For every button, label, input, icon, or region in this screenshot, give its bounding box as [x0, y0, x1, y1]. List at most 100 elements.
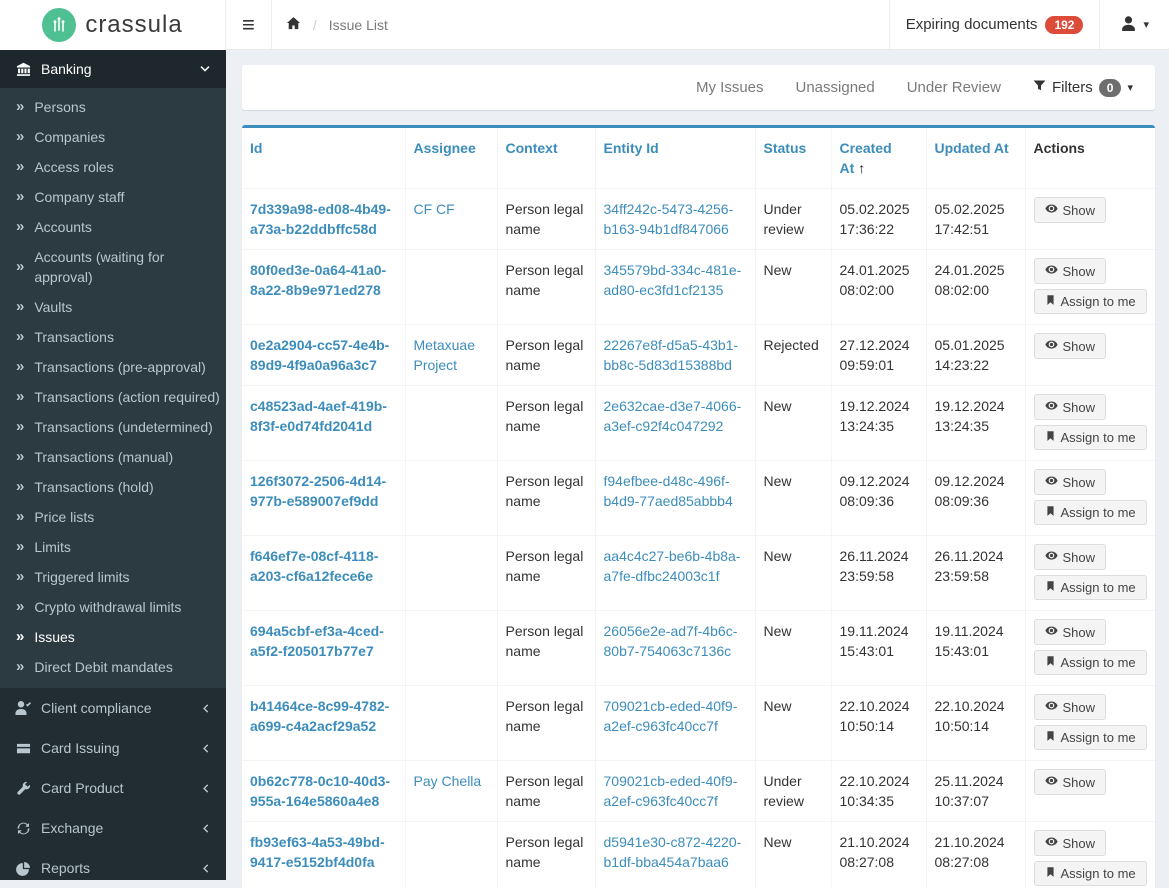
- issue-id-link[interactable]: f646ef7e-08cf-4118-a203-cf6a12fece6e: [250, 548, 378, 584]
- assign-to-me-button[interactable]: Assign to me: [1034, 650, 1147, 675]
- assignee-link[interactable]: Pay Chella: [414, 773, 482, 789]
- sidebar-section-client-compliance: Client compliance: [0, 688, 226, 728]
- cell-created-at: 21.10.2024 08:27:08: [831, 822, 926, 888]
- assignee-link[interactable]: CF CF: [414, 201, 455, 217]
- cell-status: Under review: [755, 189, 831, 250]
- breadcrumb-page: Issue List: [329, 17, 388, 33]
- cell-context: Person legal name: [497, 250, 595, 325]
- angle-double-right-icon: »: [16, 478, 24, 496]
- sidebar-item-transactions[interactable]: » Transactions: [0, 322, 226, 352]
- sidebar-item-triggered-limits[interactable]: » Triggered limits: [0, 562, 226, 592]
- sidebar-item-vaults[interactable]: » Vaults: [0, 292, 226, 322]
- issue-id-link[interactable]: 80f0ed3e-0a64-41a0-8a22-8b9e971ed278: [250, 262, 386, 298]
- show-button[interactable]: Show: [1034, 469, 1107, 495]
- issue-id-link[interactable]: 0e2a2904-cc57-4e4b-89d9-4f9a0a96a3c7: [250, 337, 389, 373]
- assign-to-me-button[interactable]: Assign to me: [1034, 289, 1147, 314]
- sidebar-item-limits[interactable]: » Limits: [0, 532, 226, 562]
- column-header-updated-at[interactable]: Updated At: [926, 128, 1025, 189]
- sidebar-item-company-staff[interactable]: » Company staff: [0, 182, 226, 212]
- sidebar-item-price-lists[interactable]: » Price lists: [0, 502, 226, 532]
- column-header-id[interactable]: Id: [242, 128, 405, 189]
- cell-context: Person legal name: [497, 386, 595, 461]
- column-header-status[interactable]: Status: [755, 128, 831, 189]
- issue-id-link[interactable]: fb93ef63-4a53-49bd-9417-e5152bf4d0fa: [250, 834, 385, 870]
- entity-id-link[interactable]: f94efbee-d48c-496f-b4d9-77aed85abbb4: [604, 473, 733, 509]
- sidebar-section-banking-link[interactable]: Banking: [0, 50, 226, 88]
- cell-updated-at: 21.10.2024 08:27:08: [926, 822, 1025, 888]
- sidebar-section-reports-link[interactable]: Reports: [0, 848, 226, 888]
- entity-id-link[interactable]: 26056e2e-ad7f-4b6c-80b7-754063c7136c: [604, 623, 738, 659]
- assign-to-me-button[interactable]: Assign to me: [1034, 575, 1147, 600]
- entity-id-link[interactable]: 2e632cae-d3e7-4066-a3ef-c92f4c047292: [604, 398, 742, 434]
- column-header-assignee[interactable]: Assignee: [405, 128, 497, 189]
- show-button[interactable]: Show: [1034, 197, 1107, 223]
- entity-id-link[interactable]: 709021cb-eded-40f9-a2ef-c963fc40cc7f: [604, 698, 738, 734]
- sidebar-item-label: Price lists: [34, 507, 94, 527]
- show-button[interactable]: Show: [1034, 544, 1107, 570]
- sidebar-submenu-item: » Access roles: [0, 152, 226, 182]
- sidebar-item-transactions-undetermined[interactable]: » Transactions (undetermined): [0, 412, 226, 442]
- issue-id-link[interactable]: 0b62c778-0c10-40d3-955a-164e5860a4e8: [250, 773, 390, 809]
- issue-id-link[interactable]: b41464ce-8c99-4782-a699-c4a2acf29a52: [250, 698, 389, 734]
- sidebar-section-client-compliance-link[interactable]: Client compliance: [0, 688, 226, 728]
- sidebar-item-accounts[interactable]: » Accounts: [0, 212, 226, 242]
- column-header-context[interactable]: Context: [497, 128, 595, 189]
- show-button[interactable]: Show: [1034, 830, 1107, 856]
- cell-id: 0e2a2904-cc57-4e4b-89d9-4f9a0a96a3c7: [242, 325, 405, 386]
- issue-id-link[interactable]: 126f3072-2506-4d14-977b-e589007ef9dd: [250, 473, 386, 509]
- cell-updated-at: 09.12.2024 08:09:36: [926, 461, 1025, 536]
- cell-actions: Show: [1025, 761, 1155, 822]
- filter-unassigned[interactable]: Unassigned: [796, 79, 875, 96]
- assign-to-me-button[interactable]: Assign to me: [1034, 725, 1147, 750]
- entity-id-link[interactable]: 345579bd-334c-481e-ad80-ec3fd1cf2135: [604, 262, 742, 298]
- issue-id-link[interactable]: 7d339a98-ed08-4b49-a73a-b22ddbffc58d: [250, 201, 391, 237]
- show-button[interactable]: Show: [1034, 333, 1107, 359]
- filter-my-issues[interactable]: My Issues: [696, 79, 764, 96]
- sidebar-item-transactions-manual[interactable]: » Transactions (manual): [0, 442, 226, 472]
- filter-under-review[interactable]: Under Review: [907, 79, 1001, 96]
- angle-double-right-icon: »: [16, 598, 24, 616]
- filters-dropdown-button[interactable]: Filters 0 ▾: [1033, 79, 1133, 97]
- show-button[interactable]: Show: [1034, 769, 1107, 795]
- sidebar-item-companies[interactable]: » Companies: [0, 122, 226, 152]
- sidebar-item-transactions-action-required[interactable]: » Transactions (action required): [0, 382, 226, 412]
- home-icon[interactable]: [286, 16, 301, 34]
- sidebar-section-card-product-link[interactable]: Card Product: [0, 768, 226, 808]
- brand-logo[interactable]: crassula: [0, 0, 226, 50]
- cell-entity-id: 345579bd-334c-481e-ad80-ec3fd1cf2135: [595, 250, 755, 325]
- column-header-created-at[interactable]: Created At↑: [831, 128, 926, 189]
- sidebar-item-direct-debit-mandates[interactable]: » Direct Debit mandates: [0, 652, 226, 682]
- show-button[interactable]: Show: [1034, 619, 1107, 645]
- show-button[interactable]: Show: [1034, 258, 1107, 284]
- sidebar-item-crypto-withdrawal-limits[interactable]: » Crypto withdrawal limits: [0, 592, 226, 622]
- sidebar-item-transactions-pre-approval[interactable]: » Transactions (pre-approval): [0, 352, 226, 382]
- sidebar-item-accounts-waiting-for-approval[interactable]: » Accounts (waiting for approval): [0, 242, 226, 292]
- sidebar-item-transactions-hold[interactable]: » Transactions (hold): [0, 472, 226, 502]
- chevron-left-icon: [199, 703, 211, 714]
- entity-id-link[interactable]: aa4c4c27-be6b-4b8a-a7fe-dfbc24003c1f: [604, 548, 741, 584]
- entity-id-link[interactable]: 34ff242c-5473-4256-b163-94b1df847066: [604, 201, 734, 237]
- user-menu-button[interactable]: ▾: [1100, 0, 1169, 49]
- sidebar-section-card-issuing-link[interactable]: Card Issuing: [0, 728, 226, 768]
- sidebar-section-exchange-link[interactable]: Exchange: [0, 808, 226, 848]
- issue-id-link[interactable]: c48523ad-4aef-419b-8f3f-e0d74fd2041d: [250, 398, 387, 434]
- assign-to-me-button[interactable]: Assign to me: [1034, 861, 1147, 886]
- entity-id-link[interactable]: 22267e8f-d5a5-43b1-bb8c-5d83d15388bd: [604, 337, 739, 373]
- entity-id-link[interactable]: 709021cb-eded-40f9-a2ef-c963fc40cc7f: [604, 773, 738, 809]
- filter-funnel-icon: [1033, 79, 1046, 96]
- sidebar-item-label: Access roles: [34, 157, 113, 177]
- sidebar-item-issues[interactable]: » Issues: [0, 622, 226, 652]
- show-button[interactable]: Show: [1034, 394, 1107, 420]
- sidebar-toggle-button[interactable]: ≡: [226, 0, 271, 49]
- table-row: c48523ad-4aef-419b-8f3f-e0d74fd2041d Per…: [242, 386, 1155, 461]
- column-header-entity-id[interactable]: Entity Id: [595, 128, 755, 189]
- expiring-documents-link[interactable]: Expiring documents 192: [890, 0, 1100, 49]
- issue-id-link[interactable]: 694a5cbf-ef3a-4ced-a5f2-f205017b77e7: [250, 623, 384, 659]
- entity-id-link[interactable]: d5941e30-c872-4220-b1df-bba454a7baa6: [604, 834, 742, 870]
- assignee-link[interactable]: Metaxuae Project: [414, 337, 475, 373]
- sidebar-item-access-roles[interactable]: » Access roles: [0, 152, 226, 182]
- show-button[interactable]: Show: [1034, 694, 1107, 720]
- assign-to-me-button[interactable]: Assign to me: [1034, 425, 1147, 450]
- sidebar-item-persons[interactable]: » Persons: [0, 92, 226, 122]
- assign-to-me-button[interactable]: Assign to me: [1034, 500, 1147, 525]
